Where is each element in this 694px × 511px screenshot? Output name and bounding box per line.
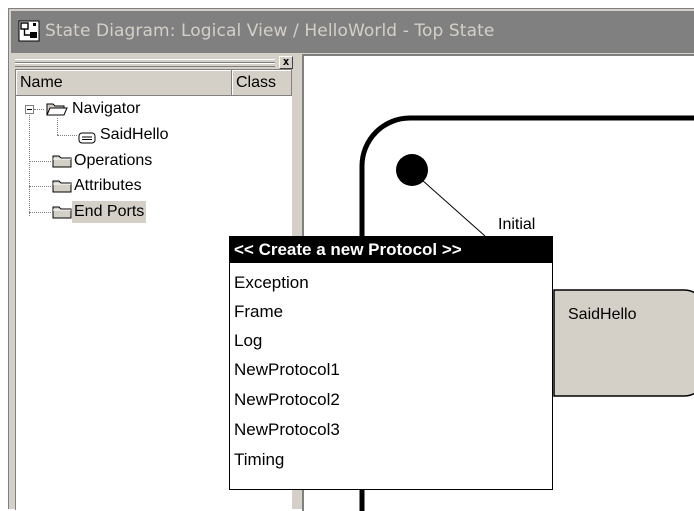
open-folder-icon xyxy=(46,101,68,124)
state-icon xyxy=(78,129,96,151)
initial-transition-line xyxy=(421,179,486,237)
tree-item-label: Attributes xyxy=(74,177,142,194)
tree-item-label: Navigator xyxy=(72,100,141,117)
tree-connector xyxy=(29,161,51,162)
panel-grip[interactable] xyxy=(15,59,275,67)
menu-item-newprotocol1[interactable]: NewProtocol1 xyxy=(230,355,552,385)
menu-item-frame[interactable]: Frame xyxy=(230,297,552,327)
tree-connector xyxy=(29,212,51,213)
protocol-popup-menu: << Create a new Protocol >> Exception Fr… xyxy=(229,236,553,490)
menu-item-newprotocol3[interactable]: NewProtocol3 xyxy=(230,415,552,445)
column-header-class[interactable]: Class xyxy=(232,70,292,96)
folder-icon xyxy=(52,204,72,227)
tree-connector xyxy=(34,109,44,110)
tree-connector xyxy=(29,186,51,187)
column-header-name[interactable]: Name xyxy=(16,70,232,96)
menu-item-log[interactable]: Log xyxy=(230,326,552,356)
window-title: State Diagram: Logical View / HelloWorld… xyxy=(45,21,495,41)
tree-item-label: End Ports xyxy=(72,201,147,223)
state-label-said-hello[interactable]: SaidHello xyxy=(568,306,636,324)
tree-connector xyxy=(57,135,77,136)
menu-item-exception[interactable]: Exception xyxy=(230,268,552,298)
menu-item-timing[interactable]: Timing xyxy=(230,445,552,475)
tree-connector xyxy=(29,112,30,216)
title-bar[interactable]: State Diagram: Logical View / HelloWorld… xyxy=(11,11,694,53)
tree-item-label: Operations xyxy=(74,152,153,169)
folder-icon xyxy=(52,153,72,176)
collapse-toggle[interactable] xyxy=(25,105,34,114)
folder-icon xyxy=(52,178,72,201)
state-diagram-icon xyxy=(18,20,40,42)
panel-close-button[interactable]: x xyxy=(279,56,293,69)
menu-item-newprotocol2[interactable]: NewProtocol2 xyxy=(230,385,552,415)
tree-item-label: SaidHello xyxy=(100,126,169,143)
transition-label-initial[interactable]: Initial xyxy=(498,216,535,234)
menu-item-create-protocol[interactable]: << Create a new Protocol >> xyxy=(230,237,552,263)
